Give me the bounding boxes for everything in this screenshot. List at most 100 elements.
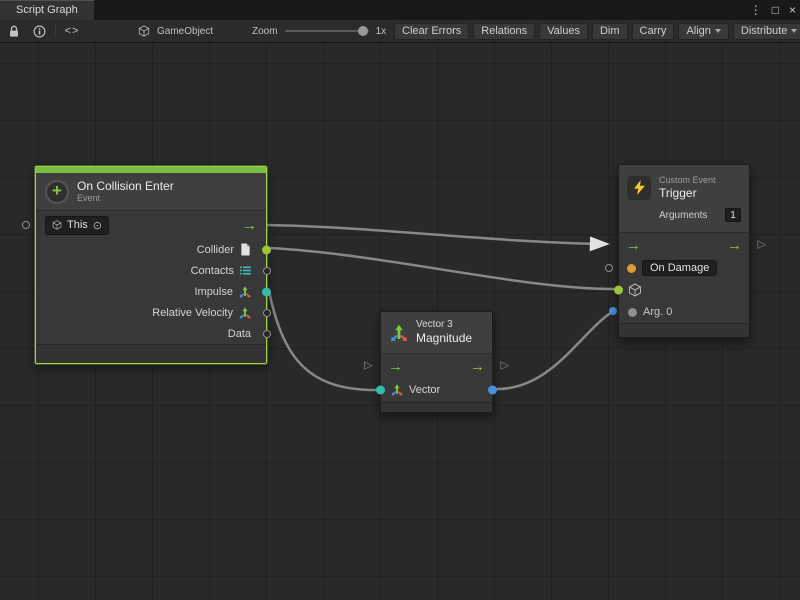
port-label: Relative Velocity: [152, 307, 233, 319]
port-row-contacts: Contacts: [36, 260, 266, 281]
lightning-icon: [633, 180, 646, 195]
port-row-relative-velocity: Relative Velocity: [36, 302, 266, 323]
vector-icon: [239, 307, 251, 319]
close-icon[interactable]: ×: [789, 4, 796, 16]
wire-flow-event-to-trigger[interactable]: [267, 225, 606, 244]
relations-button[interactable]: Relations: [473, 23, 535, 40]
target-self-field[interactable]: This ⊙: [45, 216, 109, 235]
tab-label: Script Graph: [16, 4, 78, 16]
collider-icon: [240, 243, 251, 256]
zoom-label: Zoom: [252, 26, 278, 37]
gameobject-icon: [52, 220, 62, 230]
data-output-port[interactable]: [263, 330, 271, 338]
carry-button[interactable]: Carry: [632, 23, 675, 40]
node-vector3-magnitude[interactable]: Vector 3 Magnitude ▷ → → ▷ Vector: [380, 311, 493, 413]
dim-button[interactable]: Dim: [592, 23, 628, 40]
name-input-port[interactable]: [605, 264, 613, 272]
vector-icon: [391, 384, 403, 396]
event-name-field[interactable]: On Damage: [642, 260, 717, 276]
port-row-vector: Vector: [381, 378, 492, 402]
flow-input-arrow[interactable]: →: [388, 359, 403, 374]
port-row-target: [619, 279, 749, 301]
target-picker-icon: ⊙: [93, 219, 102, 232]
event-input-port[interactable]: [22, 221, 30, 229]
code-view-button[interactable]: <>: [63, 22, 81, 40]
flow-output-arrow[interactable]: →: [242, 218, 257, 233]
port-row-impulse: Impulse: [36, 281, 266, 302]
distribute-button[interactable]: Distribute: [733, 23, 800, 40]
relative-velocity-output-port[interactable]: [263, 309, 271, 317]
flow-output-arrow[interactable]: →: [727, 238, 742, 253]
info-icon: [33, 25, 46, 38]
maximize-icon[interactable]: □: [772, 4, 779, 16]
values-button[interactable]: Values: [539, 23, 588, 40]
gameobject-icon: [138, 25, 150, 37]
arg0-input-port[interactable]: [628, 308, 637, 317]
align-label: Align: [686, 25, 710, 37]
lock-button[interactable]: [5, 22, 23, 40]
wire-end-dot: [609, 307, 617, 315]
node-kind: Vector 3: [416, 319, 472, 331]
node-on-collision-enter[interactable]: On Collision Enter Event This ⊙ → Collid…: [35, 166, 267, 364]
list-icon: [240, 265, 251, 276]
target-input-port[interactable]: [614, 286, 623, 295]
event-node-header: On Collision Enter Event: [36, 173, 266, 211]
distribute-label: Distribute: [741, 25, 787, 37]
chevron-down-icon: [791, 29, 797, 33]
window-controls: ⋮ □ ×: [750, 0, 796, 20]
wire-magnitude-to-arg0[interactable]: [497, 312, 612, 389]
port-row-arg0: Arg. 0: [619, 301, 749, 323]
flow-input-arrow[interactable]: →: [626, 238, 641, 253]
port-row-collider: Collider: [36, 239, 266, 260]
node-kind: Custom Event: [659, 175, 741, 186]
contacts-output-port[interactable]: [263, 267, 271, 275]
clear-errors-button[interactable]: Clear Errors: [394, 23, 469, 40]
node-footer: [381, 402, 492, 412]
flow-in-triangle: ▷: [364, 361, 372, 372]
port-label: Contacts: [191, 265, 234, 277]
zoom-value: 1x: [376, 26, 387, 37]
node-title: Trigger: [659, 186, 741, 200]
port-row-data: Data: [36, 323, 266, 344]
magnitude-output-port[interactable]: [488, 386, 497, 395]
node-subtitle: Event: [77, 193, 174, 204]
align-button[interactable]: Align: [678, 23, 728, 40]
menu-icon[interactable]: ⋮: [750, 4, 762, 16]
dim-label: Dim: [600, 25, 620, 37]
port-label: Collider: [197, 244, 234, 256]
gameobject-icon: [628, 283, 642, 297]
node-title: Magnitude: [416, 331, 472, 345]
collider-output-port[interactable]: [262, 245, 271, 254]
lock-icon: [8, 25, 20, 38]
vector-node-header: Vector 3 Magnitude: [381, 312, 492, 354]
string-port-dot: [627, 264, 636, 273]
gameobject-group[interactable]: GameObject: [138, 20, 213, 42]
port-label: Vector: [409, 384, 440, 396]
target-value: This: [67, 219, 88, 231]
arguments-label: Arguments: [659, 210, 707, 221]
wire-impulse-to-vector[interactable]: [269, 291, 376, 390]
bolt-icon-box: [627, 176, 651, 200]
vector3-icon: [390, 324, 408, 342]
node-custom-event-trigger[interactable]: Custom Event Trigger Arguments 1 → → ▷ O…: [618, 164, 750, 338]
port-row-event-name: On Damage: [619, 257, 749, 279]
wire-collider-to-trigger-target[interactable]: [269, 248, 614, 289]
tab-script-graph[interactable]: Script Graph: [0, 0, 94, 20]
info-button[interactable]: [30, 22, 48, 40]
vector-icon: [239, 286, 251, 298]
flow-output-arrow[interactable]: →: [470, 359, 485, 374]
relations-label: Relations: [481, 25, 527, 37]
arguments-count-field[interactable]: 1: [725, 208, 741, 222]
impulse-output-port[interactable]: [262, 287, 271, 296]
vector-input-port[interactable]: [376, 386, 385, 395]
graph-canvas[interactable]: On Collision Enter Event This ⊙ → Collid…: [0, 43, 800, 600]
zoom-slider-handle[interactable]: [358, 26, 368, 36]
toolbar-separator: [55, 24, 56, 38]
code-icon: <>: [65, 25, 80, 37]
values-label: Values: [547, 25, 580, 37]
gameobject-label: GameObject: [157, 26, 213, 37]
event-name-value: On Damage: [650, 262, 709, 274]
tab-bar: Script Graph ⋮ □ ×: [0, 0, 800, 20]
unity-script-graph-window: Script Graph ⋮ □ ×: [0, 0, 800, 600]
zoom-slider[interactable]: [285, 30, 369, 32]
